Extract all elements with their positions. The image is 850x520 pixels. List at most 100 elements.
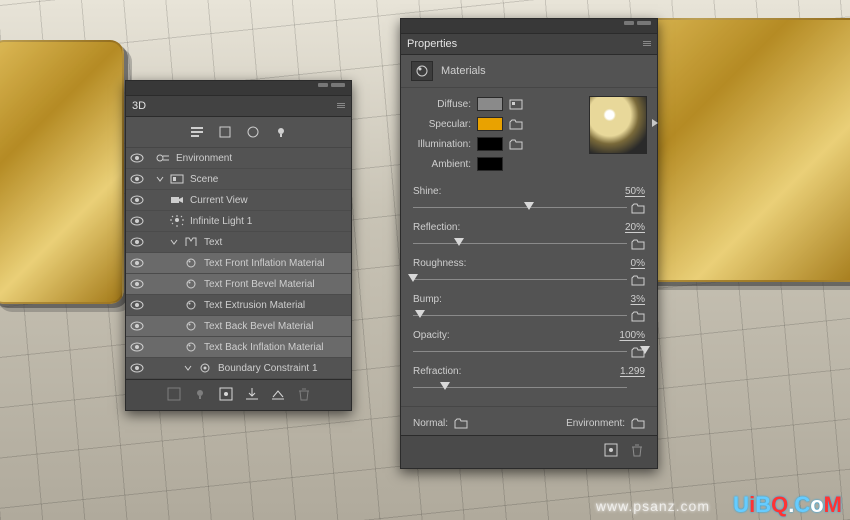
tree-row-mbb[interactable]: Text Back Bevel Material [126,316,351,337]
3d-scene-tree: Environment SceneCurrent View Infinite Lig… [126,148,351,379]
panel-properties-title: Properties [407,38,457,50]
slider-label: Bump: [413,294,631,305]
slider-track[interactable] [413,236,645,250]
material-icon [184,299,198,311]
move-to-ground-icon[interactable] [244,386,260,402]
trash-icon[interactable] [296,386,312,402]
visibility-eye-icon[interactable] [130,277,144,291]
preview-picker-caret-icon[interactable] [652,119,658,127]
slider-label: Refraction: [413,366,620,377]
slider-thumb[interactable] [408,274,418,282]
visibility-eye-icon[interactable] [130,172,144,186]
slider-value[interactable]: 50% [625,186,645,197]
visibility-eye-icon[interactable] [130,151,144,165]
visibility-eye-icon[interactable] [130,361,144,375]
diffuse-swatch[interactable] [477,97,503,111]
environment-map-icon[interactable] [631,417,645,429]
disclosure-triangle-icon[interactable] [156,175,164,183]
visibility-eye-icon[interactable] [130,235,144,249]
render-settings-icon[interactable] [603,442,619,458]
slider-texture-icon[interactable] [631,274,645,286]
tree-row-bc[interactable]: Boundary Constraint 1 [126,358,351,379]
slider-track[interactable] [413,308,645,322]
panel-properties-header[interactable]: Properties [401,34,657,55]
visibility-eye-icon[interactable] [130,298,144,312]
materials-section-icon[interactable] [411,61,433,81]
panel-menu-icon[interactable] [337,103,345,109]
panel-3d-header[interactable]: 3D [126,96,351,117]
filter-mesh-icon[interactable] [218,125,232,139]
slider-thumb[interactable] [440,382,450,390]
slider-texture-icon[interactable] [631,346,645,358]
tree-row-label: Environment [176,153,232,164]
slider-reflection: Reflection:20% [413,222,645,250]
slider-track[interactable] [413,380,645,394]
tree-row-view[interactable]: Current View [126,190,351,211]
env-icon [156,152,170,164]
slider-track[interactable] [413,200,645,214]
tree-row-text[interactable]: Text [126,232,351,253]
diffuse-texture-icon[interactable] [509,98,523,110]
properties-section-title: Materials [441,65,486,77]
filter-material-icon[interactable] [246,125,260,139]
render-icon[interactable] [218,386,234,402]
tree-row-label: Text [204,237,222,248]
panel-tabbar[interactable] [126,81,351,96]
camera-icon [170,194,184,206]
slider-thumb[interactable] [524,202,534,210]
normal-label: Normal: [413,418,448,429]
slider-value[interactable]: 3% [631,294,645,305]
tree-row-mfb[interactable]: Text Front Bevel Material [126,274,351,295]
visibility-eye-icon[interactable] [130,193,144,207]
tree-row-label: Text Back Inflation Material [204,342,324,353]
disclosure-triangle-icon[interactable] [184,364,192,372]
tree-row-mbi[interactable]: Text Back Inflation Material [126,337,351,358]
watermark-text: www.psanz.com [596,498,710,514]
visibility-eye-icon[interactable] [130,214,144,228]
slider-track[interactable] [413,344,645,358]
scene-icon [170,173,184,185]
panel-tabbar[interactable] [401,19,657,34]
slider-value[interactable]: 100% [619,330,645,341]
tree-row-mex[interactable]: Text Extrusion Material [126,295,351,316]
tree-row-env[interactable]: Environment [126,148,351,169]
slider-thumb[interactable] [415,310,425,318]
panel-3d-title: 3D [132,100,146,112]
illumination-texture-icon[interactable] [509,138,523,150]
disclosure-triangle-icon[interactable] [170,238,178,246]
tree-row-mfi[interactable]: Text Front Inflation Material [126,253,351,274]
material-icon [184,278,198,290]
slider-value[interactable]: 0% [631,258,645,269]
illumination-swatch[interactable] [477,137,503,151]
ambient-swatch[interactable] [477,157,503,171]
slider-shine: Shine:50% [413,186,645,214]
add-layer-icon[interactable] [166,386,182,402]
visibility-eye-icon[interactable] [130,256,144,270]
tree-row-label: Infinite Light 1 [190,216,252,227]
slider-opacity: Opacity:100% [413,330,645,358]
slider-label: Shine: [413,186,625,197]
visibility-eye-icon[interactable] [130,340,144,354]
slider-texture-icon[interactable] [631,310,645,322]
slider-bump: Bump:3% [413,294,645,322]
material-sliders: Shine:50%Reflection:20%Roughness:0%Bump:… [401,176,657,402]
normal-map-icon[interactable] [454,417,468,429]
slider-texture-icon[interactable] [631,238,645,250]
visibility-eye-icon[interactable] [130,319,144,333]
trash-icon[interactable] [629,442,645,458]
panel-menu-icon[interactable] [643,41,651,47]
slider-value[interactable]: 20% [625,222,645,233]
material-preview-sphere[interactable] [589,96,647,154]
tree-row-scene[interactable]: Scene [126,169,351,190]
slider-track[interactable] [413,272,645,286]
filter-light-icon[interactable] [274,125,288,139]
slider-texture-icon[interactable] [631,202,645,214]
light-toggle-icon[interactable] [192,386,208,402]
slider-thumb[interactable] [454,238,464,246]
filter-whole-scene-icon[interactable] [190,125,204,139]
tree-row-light[interactable]: Infinite Light 1 [126,211,351,232]
slide-icon[interactable] [270,386,286,402]
slider-value[interactable]: 1.299 [620,366,645,377]
specular-swatch[interactable] [477,117,503,131]
specular-texture-icon[interactable] [509,118,523,130]
